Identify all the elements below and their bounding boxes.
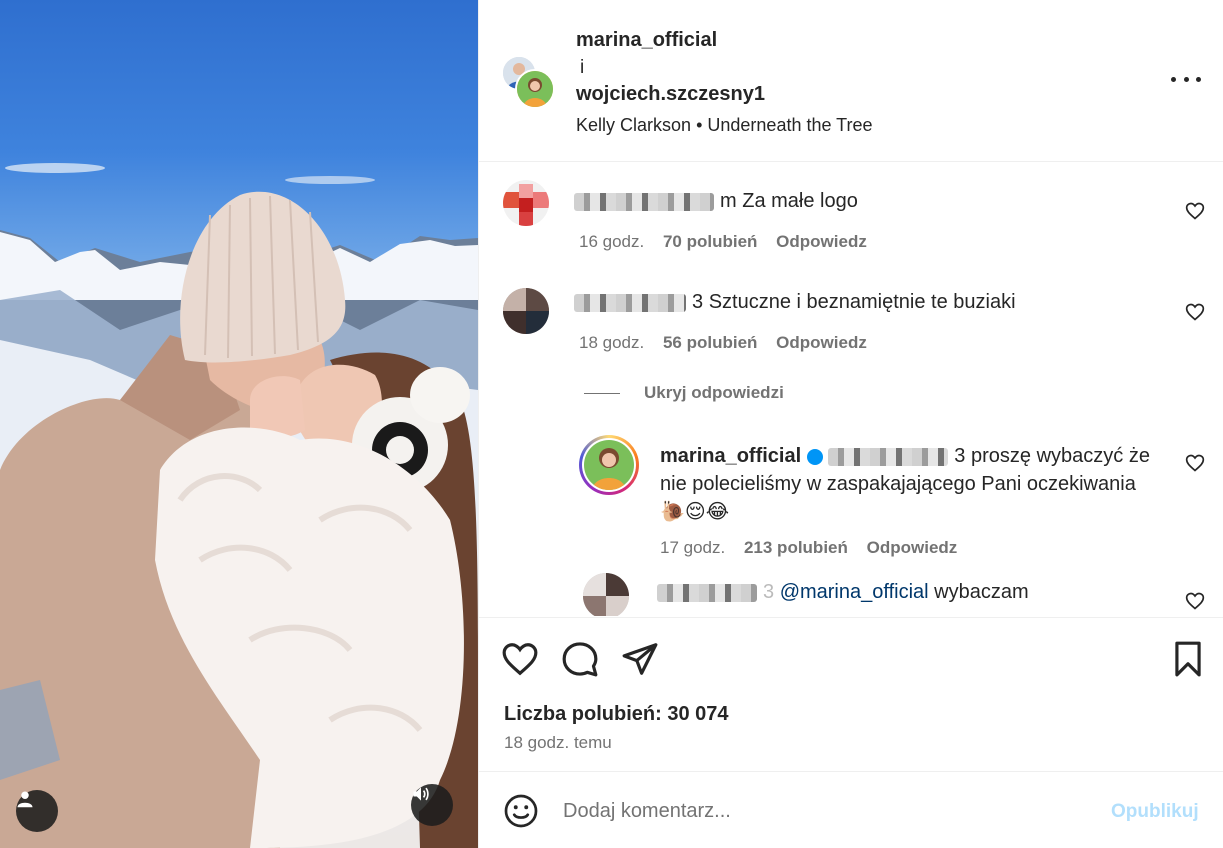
- audio-toggle-button[interactable]: [411, 784, 453, 826]
- heart-icon[interactable]: [1185, 201, 1205, 221]
- reply-time[interactable]: 17 godz.: [660, 538, 725, 557]
- comment-line: m Za małe logo: [574, 190, 858, 213]
- more-dot: [1196, 76, 1201, 82]
- blurred-username[interactable]: [574, 192, 714, 211]
- comment-likes[interactable]: 70 polubień: [663, 232, 757, 251]
- like-heart-icon[interactable]: [501, 640, 539, 678]
- save-bookmark-icon[interactable]: [1169, 640, 1207, 678]
- likes-count: 30 074: [667, 703, 729, 725]
- reply-likes[interactable]: 213 polubień: [744, 538, 848, 557]
- reply-text: wybaczam: [934, 581, 1029, 603]
- verified-badge-icon: [806, 448, 823, 465]
- comment-likes[interactable]: 56 polubień: [663, 333, 757, 352]
- share-send-icon[interactable]: [621, 640, 659, 678]
- person-icon: [17, 791, 33, 808]
- avatar-image: [583, 573, 629, 616]
- post-photo: [0, 163, 478, 848]
- reply-username-tail[interactable]: 3: [763, 581, 774, 603]
- comment-time[interactable]: 18 godz.: [579, 333, 644, 352]
- blurred-username[interactable]: [574, 293, 686, 312]
- reply-mention[interactable]: @marina_official: [780, 581, 929, 603]
- hide-replies-button[interactable]: Ukryj odpowiedzi: [584, 383, 784, 403]
- post-side-panel: marina_official i wojciech.szczesny1 Kel…: [478, 0, 1223, 848]
- avatar-image: [584, 440, 634, 490]
- post-actions: Liczba polubień: 30 074 18 godz. temu: [479, 617, 1223, 772]
- reply-line: 3 @marina_official wybaczam: [657, 581, 1029, 604]
- audio-title: Underneath the Tree: [707, 115, 873, 135]
- hide-replies-label: Ukryj odpowiedzi: [644, 383, 784, 402]
- likes-summary[interactable]: Liczba polubień: 30 074: [504, 703, 729, 726]
- post-media[interactable]: [0, 0, 478, 848]
- comment-input[interactable]: [563, 795, 1083, 827]
- collab-avatars[interactable]: [501, 55, 557, 111]
- avatar-image: [517, 71, 553, 107]
- comment-line: 3 Sztuczne i beznamiętnie te buziaki: [574, 291, 1016, 314]
- posted-time[interactable]: 18 godz. temu: [504, 733, 612, 753]
- comment-text: Za małe logo: [742, 190, 858, 212]
- avatar[interactable]: [503, 288, 549, 334]
- reply-emojis: 🐌😌😂: [660, 501, 730, 523]
- more-options-button[interactable]: [1171, 68, 1201, 90]
- tagged-users-button[interactable]: [16, 790, 58, 832]
- comment-time[interactable]: 16 godz.: [579, 232, 644, 251]
- heart-icon[interactable]: [1185, 453, 1205, 473]
- avatar-image: [503, 180, 549, 226]
- more-dot: [1183, 76, 1189, 82]
- collab-username-1[interactable]: marina_official: [576, 29, 717, 52]
- heart-icon[interactable]: [1185, 591, 1205, 611]
- collab-conjunction: i: [580, 57, 585, 78]
- blurred-username[interactable]: [657, 583, 757, 602]
- audio-separator: •: [696, 115, 703, 135]
- avatar[interactable]: [515, 69, 555, 109]
- reply-meta: 17 godz. 213 polubień Odpowiedz: [660, 538, 957, 558]
- audio-artist: Kelly Clarkson: [576, 115, 692, 135]
- publish-button[interactable]: Opublikuj: [1111, 801, 1199, 823]
- comment-username-tail[interactable]: m: [720, 190, 737, 212]
- reply-button[interactable]: Odpowiedz: [776, 232, 867, 251]
- reply-mention-tail[interactable]: 3: [954, 445, 965, 467]
- comments-list[interactable]: m Za małe logo 16 godz. 70 polubień Odpo…: [479, 163, 1223, 616]
- reply-line: marina_official 3 proszę wybaczyć że nie…: [660, 442, 1160, 526]
- emoji-picker-icon[interactable]: [503, 793, 539, 829]
- reply-button[interactable]: Odpowiedz: [776, 333, 867, 352]
- reply-username[interactable]: marina_official: [660, 445, 801, 467]
- divider: [584, 392, 620, 394]
- comment-text: Sztuczne i beznamiętnie te buziaki: [708, 291, 1016, 313]
- comment-bubble-icon[interactable]: [561, 640, 599, 678]
- avatar[interactable]: [503, 180, 549, 226]
- collab-username-2[interactable]: wojciech.szczesny1: [576, 83, 765, 106]
- heart-icon[interactable]: [1185, 302, 1205, 322]
- avatar[interactable]: [579, 435, 639, 495]
- audio-attribution[interactable]: Kelly Clarkson • Underneath the Tree: [576, 115, 873, 136]
- blurred-mention[interactable]: [828, 447, 949, 466]
- speaker-icon: [413, 787, 429, 801]
- post-header: marina_official i wojciech.szczesny1 Kel…: [479, 0, 1223, 162]
- avatar[interactable]: [583, 573, 629, 616]
- avatar-image: [503, 288, 549, 334]
- comment-meta: 18 godz. 56 polubień Odpowiedz: [579, 333, 867, 353]
- comment-composer: Opublikuj: [479, 773, 1223, 848]
- reply-button[interactable]: Odpowiedz: [867, 538, 958, 557]
- likes-label: Liczba polubień:: [504, 703, 662, 725]
- more-dot: [1171, 76, 1176, 82]
- comment-username-tail[interactable]: 3: [692, 291, 703, 313]
- comment-meta: 16 godz. 70 polubień Odpowiedz: [579, 232, 867, 252]
